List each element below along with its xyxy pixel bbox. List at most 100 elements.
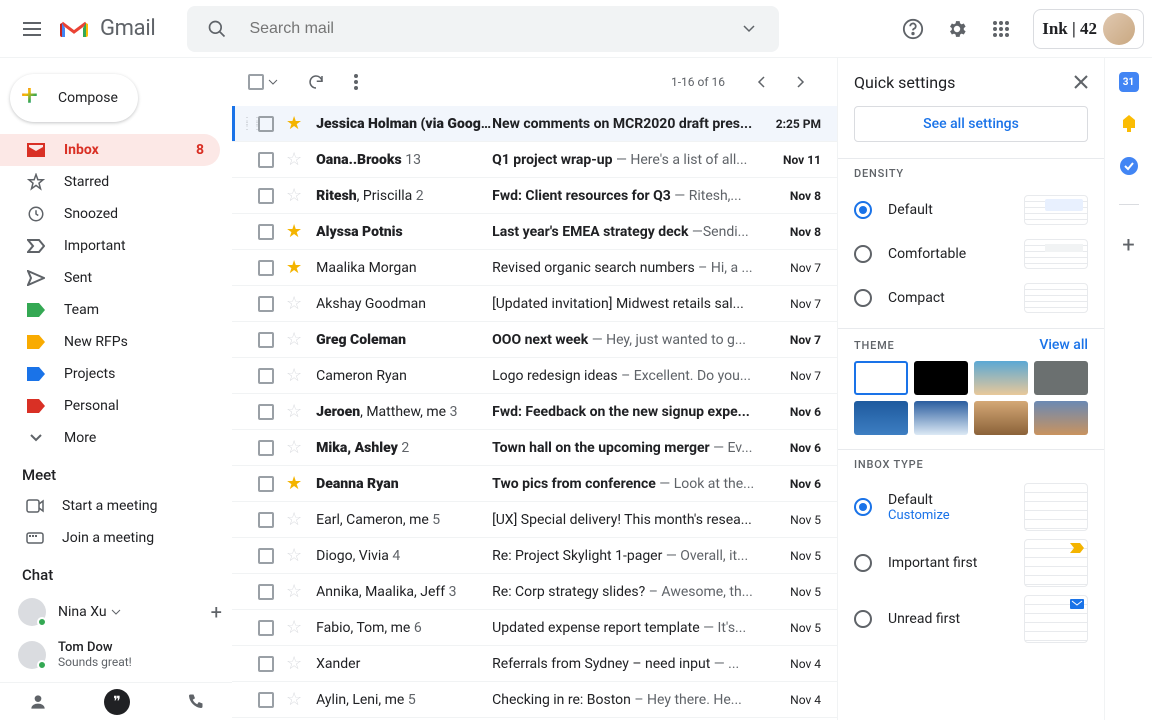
search-icon[interactable] — [197, 9, 237, 49]
row-checkbox[interactable] — [258, 512, 274, 528]
nav-important[interactable]: Important — [0, 230, 220, 262]
row-checkbox[interactable] — [258, 584, 274, 600]
star-icon[interactable]: ☆ — [286, 149, 302, 170]
next-page[interactable] — [781, 62, 821, 102]
refresh-button[interactable] — [296, 62, 336, 102]
search-input[interactable] — [249, 20, 729, 38]
row-checkbox[interactable] — [258, 260, 274, 276]
person-icon[interactable] — [28, 692, 48, 712]
more-button[interactable] — [336, 62, 376, 102]
star-icon[interactable]: ☆ — [286, 581, 302, 602]
inbox-unread[interactable]: Unread first — [854, 591, 1088, 647]
row-checkbox[interactable] — [258, 152, 274, 168]
email-row[interactable]: ⋮⋮⋮⋮ ☆ Xander Referrals from Sydney – ne… — [232, 646, 837, 682]
see-all-settings[interactable]: See all settings — [854, 106, 1088, 142]
theme-tile[interactable] — [914, 361, 968, 395]
email-row[interactable]: ⋮⋮⋮⋮ ☆ Jeroen, Matthew, me 3 Fwd: Feedba… — [232, 394, 837, 430]
email-row[interactable]: ⋮⋮⋮⋮ ☆ Akshay Goodman [Updated invitatio… — [232, 286, 837, 322]
join-meeting[interactable]: Join a meeting — [0, 522, 232, 554]
gmail-logo[interactable]: Gmail — [60, 16, 155, 41]
drag-handle-icon[interactable]: ⋮⋮⋮⋮ — [242, 119, 256, 129]
theme-tile[interactable] — [914, 401, 968, 435]
apps-icon[interactable] — [981, 9, 1021, 49]
row-checkbox[interactable] — [258, 296, 274, 312]
hangouts-icon[interactable]: ❞ — [104, 689, 130, 715]
inbox-important[interactable]: Important first — [854, 535, 1088, 591]
star-icon[interactable]: ☆ — [286, 365, 302, 386]
chat-self[interactable]: Nina Xu + — [0, 590, 232, 634]
row-checkbox[interactable] — [258, 548, 274, 564]
row-checkbox[interactable] — [258, 368, 274, 384]
user-avatar[interactable] — [1103, 13, 1135, 45]
star-icon[interactable]: ☆ — [286, 617, 302, 638]
nav-team[interactable]: Team — [0, 294, 220, 326]
phone-icon[interactable] — [186, 693, 204, 711]
email-row[interactable]: ⋮⋮⋮⋮ ☆ Cameron Ryan Logo redesign ideas … — [232, 358, 837, 394]
row-checkbox[interactable] — [258, 476, 274, 492]
close-settings[interactable] — [1074, 75, 1088, 89]
start-meeting[interactable]: Start a meeting — [0, 490, 232, 522]
settings-icon[interactable] — [937, 9, 977, 49]
star-icon[interactable]: ☆ — [286, 509, 302, 530]
star-icon[interactable]: ☆ — [286, 185, 302, 206]
star-icon[interactable]: ★ — [286, 113, 302, 134]
star-icon[interactable]: ★ — [286, 221, 302, 242]
email-row[interactable]: ⋮⋮⋮⋮ ★ Deanna Ryan Two pics from confere… — [232, 466, 837, 502]
theme-view-all[interactable]: View all — [1039, 337, 1088, 353]
star-icon[interactable]: ★ — [286, 473, 302, 494]
density-comfortable[interactable]: Comfortable — [854, 232, 1088, 276]
nav-personal[interactable]: Personal — [0, 390, 220, 422]
row-checkbox[interactable] — [258, 116, 274, 132]
nav-inbox[interactable]: Inbox8 — [0, 134, 220, 166]
theme-tile[interactable] — [854, 361, 908, 395]
star-icon[interactable]: ☆ — [286, 545, 302, 566]
email-row[interactable]: ⋮⋮⋮⋮ ★ Alyssa Potnis Last year's EMEA st… — [232, 214, 837, 250]
select-all[interactable] — [248, 74, 278, 90]
keep-icon[interactable] — [1119, 114, 1139, 134]
star-icon[interactable]: ☆ — [286, 329, 302, 350]
theme-tile[interactable] — [854, 401, 908, 435]
nav-projects[interactable]: Projects — [0, 358, 220, 390]
search-options-icon[interactable] — [729, 9, 769, 49]
customize-link[interactable]: Customize — [888, 508, 950, 523]
nav-snoozed[interactable]: Snoozed — [0, 198, 220, 230]
theme-tile[interactable] — [1034, 401, 1088, 435]
email-row[interactable]: ⋮⋮⋮⋮ ☆ Annika, Maalika, Jeff 3 Re: Corp … — [232, 574, 837, 610]
star-icon[interactable]: ☆ — [286, 293, 302, 314]
nav-starred[interactable]: Starred — [0, 166, 220, 198]
email-row[interactable]: ⋮⋮⋮⋮ ★ Jessica Holman (via Goog... New c… — [232, 106, 837, 142]
email-row[interactable]: ⋮⋮⋮⋮ ☆ Oana..Brooks 13 Q1 project wrap-u… — [232, 142, 837, 178]
prev-page[interactable] — [741, 62, 781, 102]
calendar-icon[interactable]: 31 — [1119, 72, 1139, 92]
star-icon[interactable]: ☆ — [286, 401, 302, 422]
row-checkbox[interactable] — [258, 332, 274, 348]
add-chat-icon[interactable]: + — [211, 600, 222, 624]
email-row[interactable]: ⋮⋮⋮⋮ ☆ Mika, Ashley 2 Town hall on the u… — [232, 430, 837, 466]
email-row[interactable]: ⋮⋮⋮⋮ ☆ Ritesh, Priscilla 2 Fwd: Client r… — [232, 178, 837, 214]
nav-more[interactable]: More — [0, 422, 220, 454]
main-menu-button[interactable] — [8, 5, 56, 53]
inbox-default[interactable]: DefaultCustomize — [854, 479, 1088, 535]
tasks-icon[interactable] — [1119, 156, 1139, 176]
email-row[interactable]: ⋮⋮⋮⋮ ☆ Earl, Cameron, me 5 [UX] Special … — [232, 502, 837, 538]
email-row[interactable]: ⋮⋮⋮⋮ ★ Maalika Morgan Revised organic se… — [232, 250, 837, 286]
email-row[interactable]: ⋮⋮⋮⋮ ☆ Diogo, Vivia 4 Re: Project Skylig… — [232, 538, 837, 574]
row-checkbox[interactable] — [258, 224, 274, 240]
row-checkbox[interactable] — [258, 620, 274, 636]
email-row[interactable]: ⋮⋮⋮⋮ ☆ Aylin, Leni, me 5 Checking in re:… — [232, 682, 837, 718]
density-compact[interactable]: Compact — [854, 276, 1088, 320]
row-checkbox[interactable] — [258, 188, 274, 204]
star-icon[interactable]: ☆ — [286, 437, 302, 458]
theme-tile[interactable] — [1034, 361, 1088, 395]
row-checkbox[interactable] — [258, 440, 274, 456]
nav-sent[interactable]: Sent — [0, 262, 220, 294]
workspace-badge[interactable]: Ink | 42 — [1033, 9, 1144, 49]
density-default[interactable]: Default — [854, 188, 1088, 232]
theme-tile[interactable] — [974, 401, 1028, 435]
search-bar[interactable] — [187, 6, 779, 52]
add-addon-icon[interactable]: + — [1122, 233, 1134, 258]
nav-new-rfps[interactable]: New RFPs — [0, 326, 220, 358]
row-checkbox[interactable] — [258, 404, 274, 420]
star-icon[interactable]: ★ — [286, 257, 302, 278]
theme-tile[interactable] — [974, 361, 1028, 395]
